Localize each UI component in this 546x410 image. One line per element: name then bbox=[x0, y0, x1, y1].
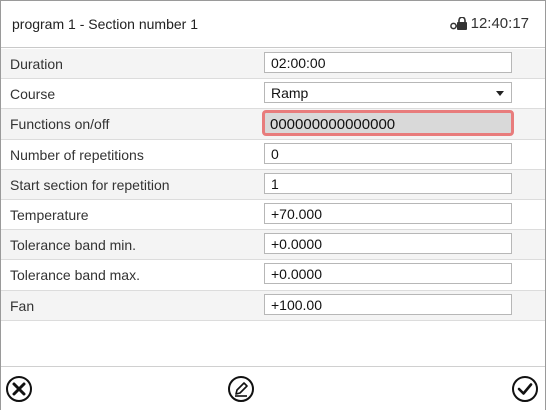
row-label: Temperature bbox=[10, 206, 89, 223]
cancel-icon bbox=[6, 376, 32, 402]
row-label: Course bbox=[10, 86, 56, 103]
confirm-icon bbox=[512, 376, 538, 402]
row-duration: Duration 02:00:00 bbox=[1, 49, 545, 80]
row-tolerance-max: Tolerance band max. +0.0000 bbox=[1, 260, 545, 291]
row-label: Functions on/off bbox=[10, 116, 110, 133]
row-course: Course Ramp bbox=[1, 79, 545, 110]
row-start-section: Start section for repetition 1 bbox=[1, 169, 545, 200]
tolerance-min-field[interactable]: +0.0000 bbox=[264, 233, 512, 255]
page-title: program 1 - Section number 1 bbox=[12, 16, 198, 32]
course-value: Ramp bbox=[271, 85, 309, 102]
edit-icon bbox=[228, 376, 254, 402]
row-repetitions: Number of repetitions 0 bbox=[1, 139, 545, 170]
functions-field[interactable]: 000000000000000 bbox=[262, 110, 514, 137]
parameter-list: Duration 02:00:00 Course Ramp Functions … bbox=[1, 49, 545, 321]
confirm-button[interactable] bbox=[509, 373, 541, 405]
header-bar: program 1 - Section number 1 12:40:17 bbox=[1, 1, 545, 48]
temperature-field[interactable]: +70.000 bbox=[264, 202, 512, 224]
start-section-field[interactable]: 1 bbox=[264, 172, 512, 194]
row-fan: Fan +100.00 bbox=[1, 290, 545, 321]
row-label: Number of repetitions bbox=[10, 146, 144, 163]
row-functions: Functions on/off 000000000000000 bbox=[1, 109, 545, 140]
clock: 12:40:17 bbox=[449, 15, 529, 32]
row-label: Tolerance band max. bbox=[10, 267, 140, 284]
course-select[interactable]: Ramp bbox=[264, 82, 512, 104]
row-label: Duration bbox=[10, 56, 63, 72]
chevron-down-icon bbox=[496, 91, 504, 97]
row-tolerance-min: Tolerance band min. +0.0000 bbox=[1, 230, 545, 261]
tolerance-max-field[interactable]: +0.0000 bbox=[264, 263, 512, 285]
edit-button[interactable] bbox=[225, 373, 257, 405]
fan-field[interactable]: +100.00 bbox=[264, 293, 512, 315]
repetitions-field[interactable]: 0 bbox=[264, 142, 512, 164]
row-label: Start section for repetition bbox=[10, 176, 170, 193]
footer-bar bbox=[1, 366, 545, 410]
cancel-button[interactable] bbox=[3, 373, 35, 405]
row-label: Tolerance band min. bbox=[10, 237, 137, 254]
duration-field[interactable]: 02:00:00 bbox=[264, 52, 512, 73]
row-temperature: Temperature +70.000 bbox=[1, 199, 545, 231]
row-label: Fan bbox=[10, 297, 35, 314]
program-section-editor: program 1 - Section number 1 12:40:17 Du… bbox=[0, 0, 546, 410]
lock-icon bbox=[449, 15, 468, 31]
clock-time: 12:40:17 bbox=[470, 15, 529, 32]
